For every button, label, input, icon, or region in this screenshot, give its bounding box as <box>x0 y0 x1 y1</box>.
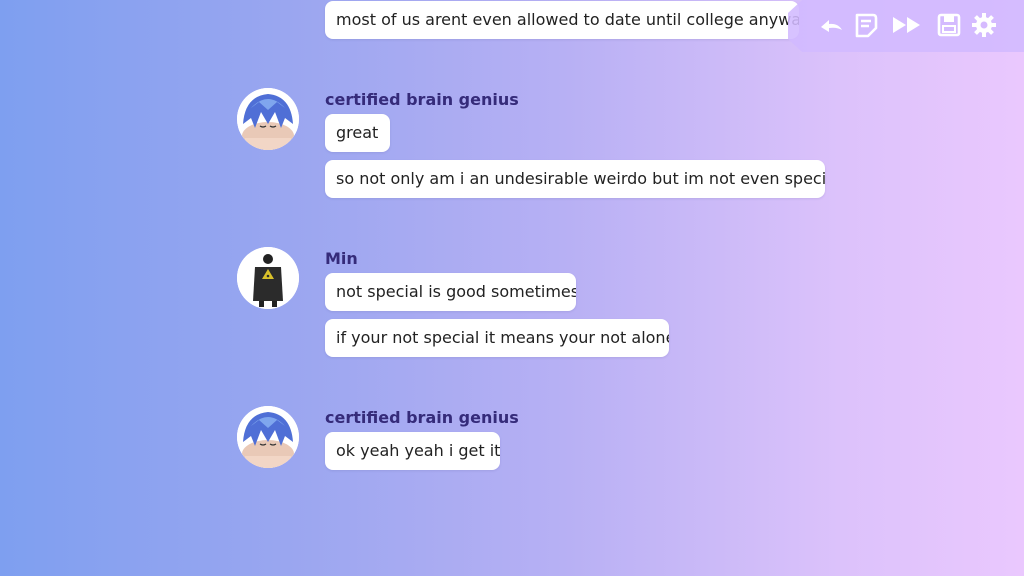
sender-name: Min <box>325 249 358 268</box>
message-bubble: if your not special it means your not al… <box>325 319 669 357</box>
back-icon[interactable] <box>816 10 846 40</box>
log-icon[interactable] <box>851 10 881 40</box>
message-bubble: great <box>325 114 390 152</box>
blue-hair-avatar <box>237 406 299 468</box>
message-bubble: ok yeah yeah i get it <box>325 432 500 470</box>
quick-menu-toolbar <box>788 0 1024 52</box>
blue-hair-avatar <box>237 88 299 150</box>
message-bubble: most of us arent even allowed to date un… <box>325 1 799 39</box>
fast-forward-icon[interactable] <box>890 10 924 40</box>
sender-name: certified brain genius <box>325 408 519 427</box>
save-icon[interactable] <box>934 10 964 40</box>
dark-figure-avatar <box>237 247 299 309</box>
settings-icon[interactable] <box>969 10 999 40</box>
message-bubble: so not only am i an undesirable weirdo b… <box>325 160 825 198</box>
sender-name: certified brain genius <box>325 90 519 109</box>
message-bubble: not special is good sometimes <box>325 273 576 311</box>
